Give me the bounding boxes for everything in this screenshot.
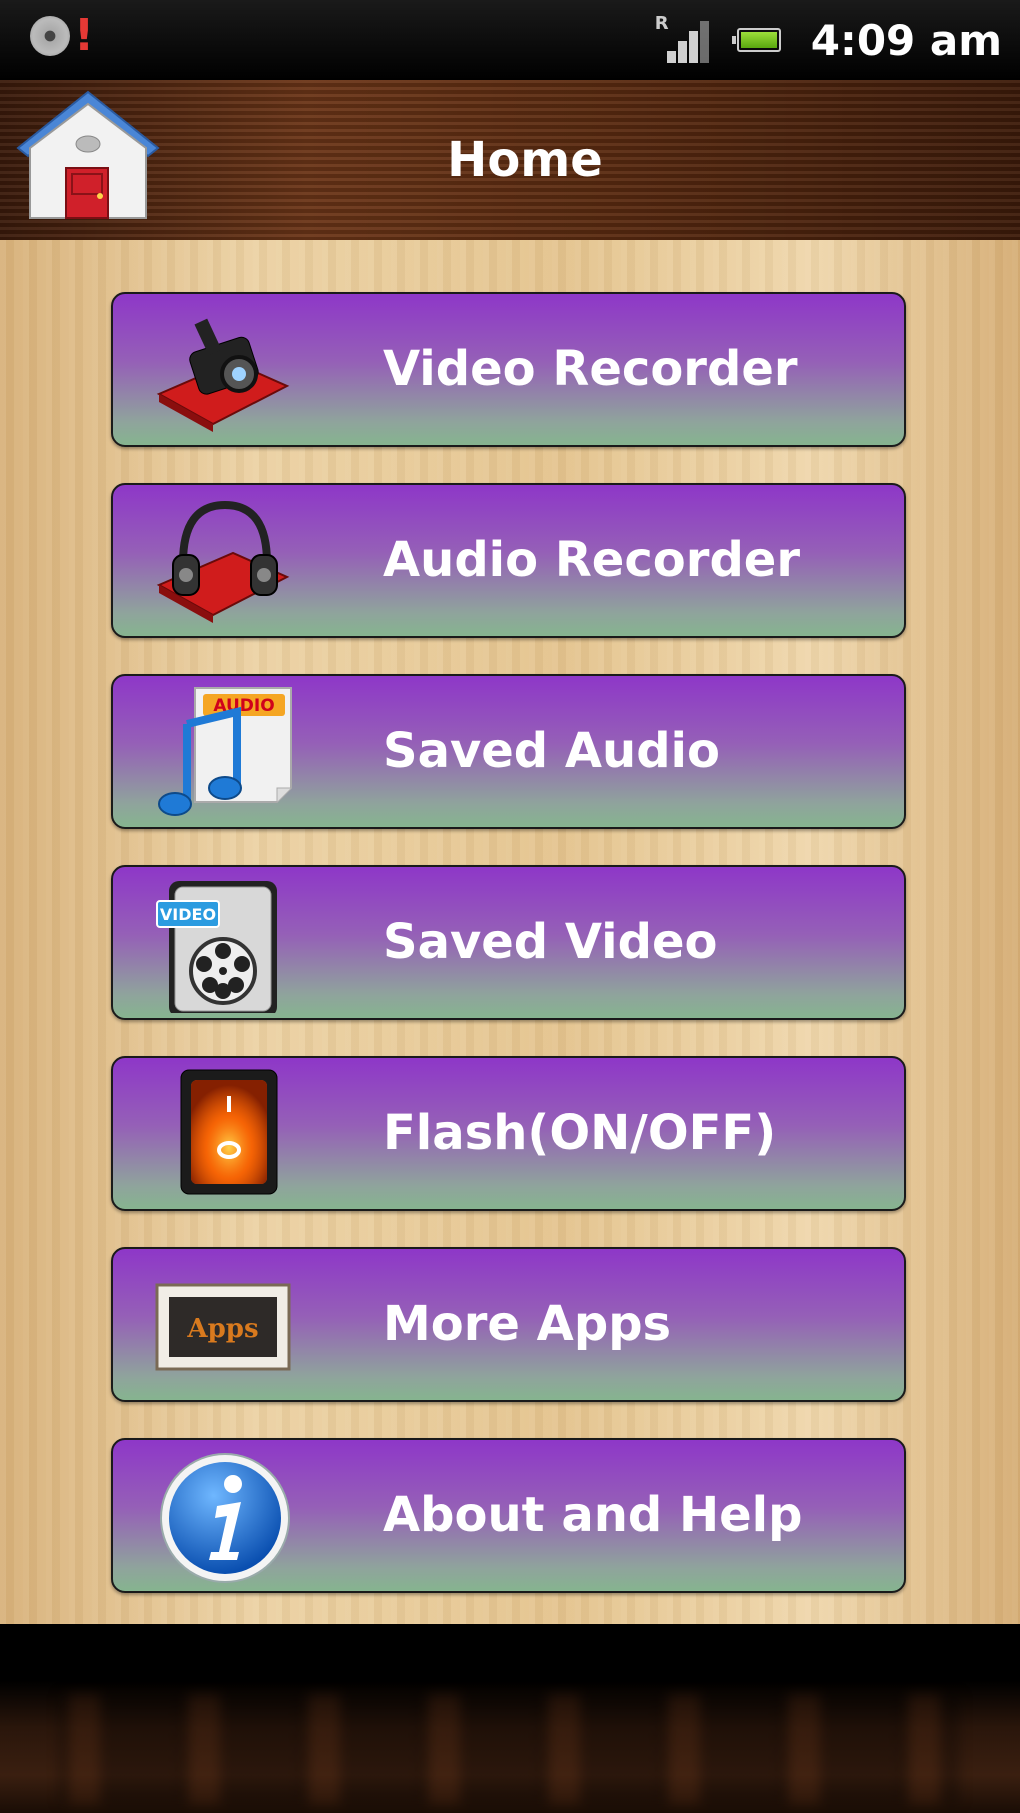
disc-icon <box>30 16 70 56</box>
menu-item-label: About and Help <box>383 1487 803 1543</box>
svg-text:Apps: Apps <box>186 1314 258 1344</box>
clock: 4:09 am <box>810 15 1002 65</box>
saved-audio-button[interactable]: AUDIO Saved Audio <box>111 674 906 829</box>
power-switch-icon <box>153 1066 293 1204</box>
menu-item-label: Flash(ON/OFF) <box>383 1105 777 1161</box>
svg-text:VIDEO: VIDEO <box>160 905 216 924</box>
headphones-icon <box>153 493 293 631</box>
alert-icon: ! <box>74 10 95 61</box>
page-title: Home <box>447 132 603 188</box>
info-icon <box>153 1448 293 1586</box>
audio-recorder-button[interactable]: Audio Recorder <box>111 483 906 638</box>
menu-panel: Video Recorder Audio Recorder AUDIO Save… <box>0 240 1020 1624</box>
flash-toggle-button[interactable]: Flash(ON/OFF) <box>111 1056 906 1211</box>
apps-frame-icon: Apps <box>153 1257 293 1395</box>
video-camera-icon <box>153 302 293 440</box>
video-recorder-button[interactable]: Video Recorder <box>111 292 906 447</box>
roaming-indicator: R <box>654 13 669 34</box>
signal-icon: R <box>655 13 709 63</box>
saved-video-button[interactable]: VIDEO Saved Video <box>111 865 906 1020</box>
header-bar: Home <box>0 80 1020 240</box>
bottom-wood-strip <box>0 1624 1020 1813</box>
status-bar: ! R 4:09 am <box>0 0 1020 80</box>
menu-item-label: Saved Audio <box>383 723 720 779</box>
status-right: R 4:09 am <box>655 10 1002 70</box>
audio-file-icon: AUDIO <box>153 684 293 822</box>
battery-icon <box>731 28 781 52</box>
menu-item-label: Audio Recorder <box>383 532 801 588</box>
menu-item-label: More Apps <box>383 1296 672 1352</box>
more-apps-button[interactable]: Apps More Apps <box>111 1247 906 1402</box>
about-help-button[interactable]: About and Help <box>111 1438 906 1593</box>
video-file-icon: VIDEO <box>153 875 293 1013</box>
menu-item-label: Video Recorder <box>383 341 798 397</box>
status-left: ! <box>30 10 95 61</box>
menu-item-label: Saved Video <box>383 914 718 970</box>
